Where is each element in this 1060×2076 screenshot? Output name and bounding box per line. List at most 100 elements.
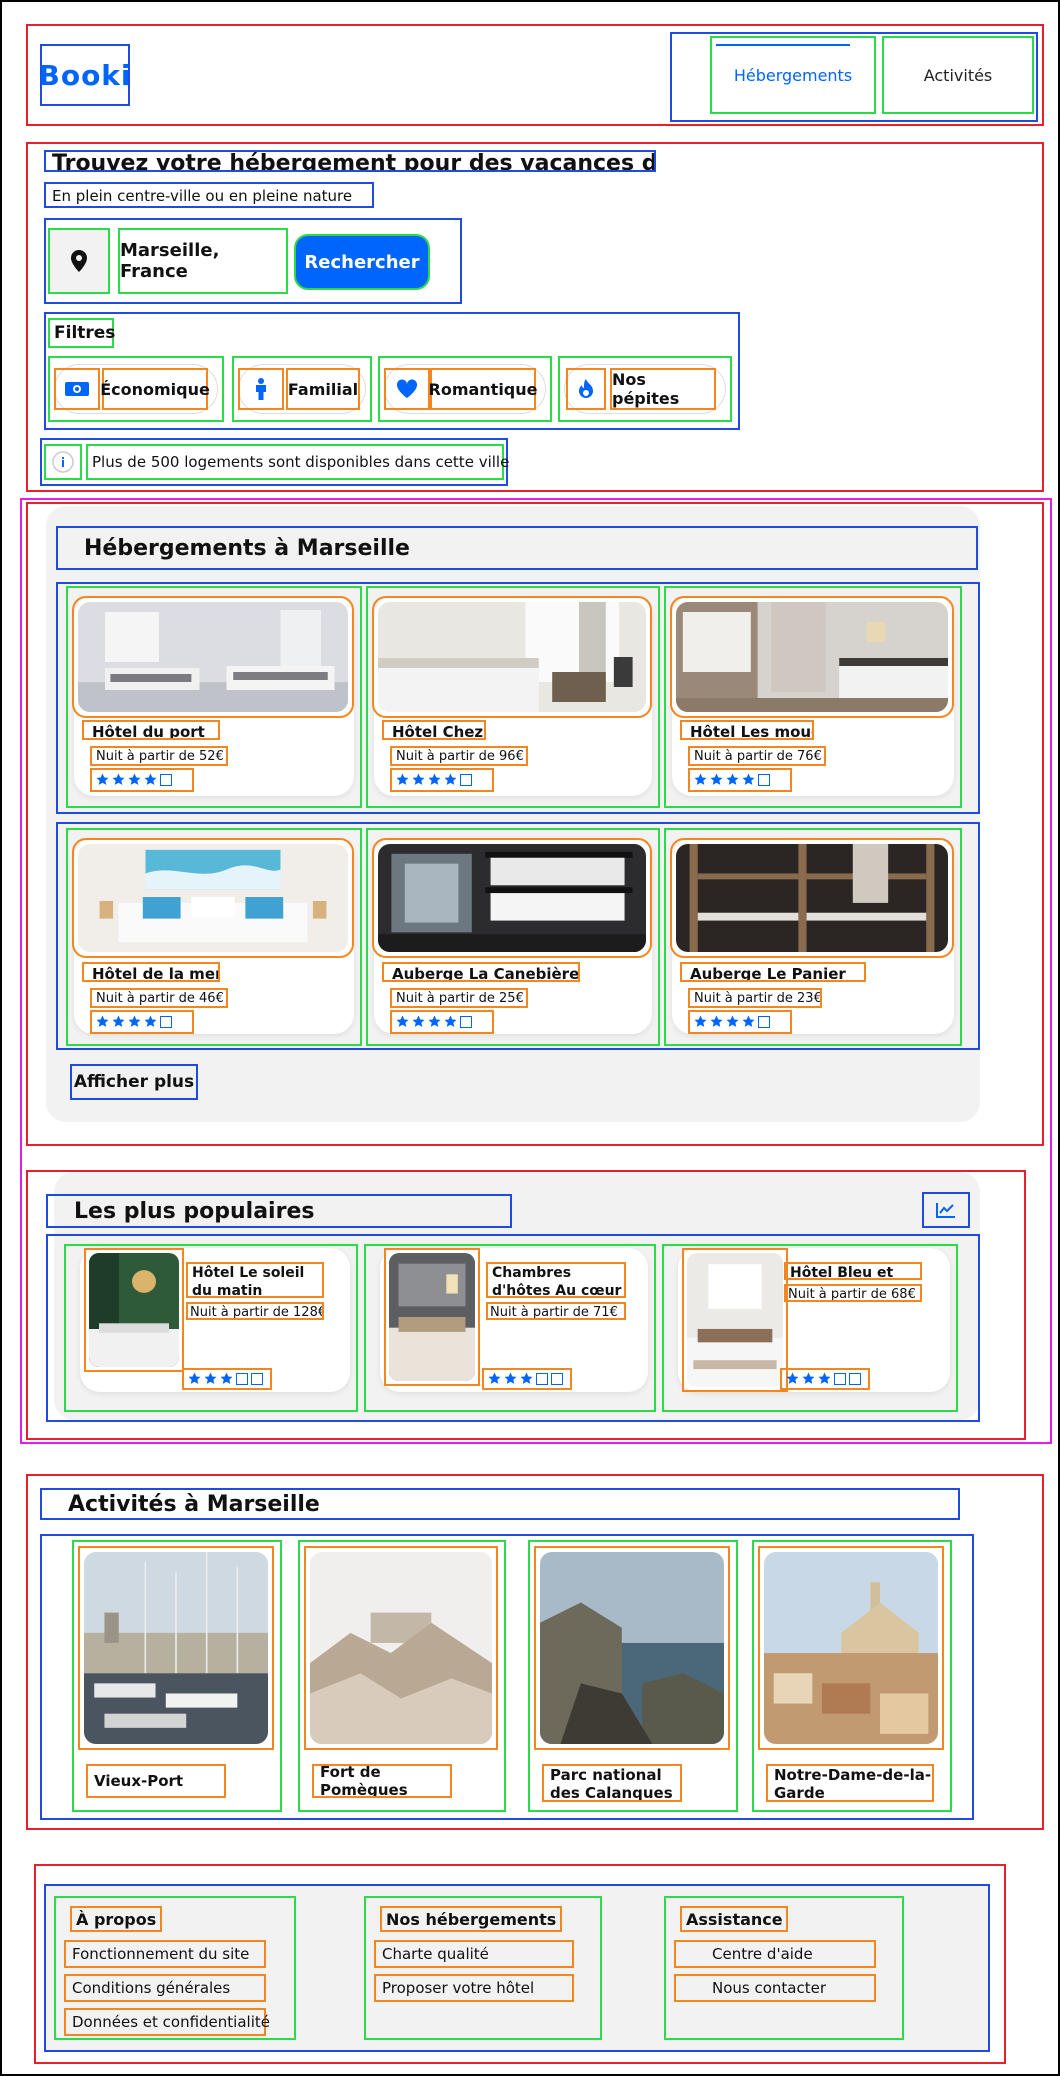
star-filled-icon	[144, 771, 157, 790]
lodging-photo	[72, 838, 354, 958]
filters-title: Filtres	[48, 318, 115, 348]
lodging-photo	[72, 596, 354, 718]
popular-name: Hôtel Bleu et Blanc	[784, 1262, 922, 1280]
nav-link-hebergements[interactable]: Hébergements	[710, 36, 876, 114]
lodging-photo	[670, 838, 954, 958]
star-filled-icon	[96, 1013, 109, 1032]
star-filled-icon	[444, 1013, 457, 1032]
star-filled-icon	[428, 1013, 441, 1032]
star-filled-icon	[710, 771, 723, 790]
lodging-photo	[372, 596, 652, 718]
rating-stars	[688, 1010, 792, 1034]
footer-heading: À propos	[70, 1906, 162, 1932]
activity-name: Fort de Pomègues	[312, 1764, 452, 1798]
search-input[interactable]: Marseille, France	[118, 228, 288, 294]
lodging-price: Nuit à partir de 46€	[90, 988, 228, 1008]
activity-name: Parc national des Calanques	[542, 1764, 682, 1802]
info-icon	[44, 444, 82, 480]
star-filled-icon	[128, 771, 141, 790]
footer-link[interactable]: Données et confidentialité	[64, 2008, 270, 2036]
star-empty-icon	[160, 1016, 172, 1028]
fire-icon	[566, 368, 606, 410]
star-filled-icon	[802, 1370, 815, 1389]
lodging-name: Hôtel de la mer	[82, 962, 220, 982]
star-filled-icon	[818, 1370, 831, 1389]
star-empty-icon	[460, 774, 472, 786]
rating-stars	[390, 1010, 494, 1034]
star-empty-icon	[236, 1373, 248, 1385]
lodging-price: Nuit à partir de 76€	[688, 746, 826, 766]
star-filled-icon	[412, 1013, 425, 1032]
star-filled-icon	[726, 1013, 739, 1032]
page-title: Trouvez votre hébergement pour des vacan…	[44, 150, 656, 172]
popular-name: Hôtel Le soleil du matin	[186, 1262, 324, 1298]
star-filled-icon	[128, 1013, 141, 1032]
star-empty-icon	[758, 1016, 770, 1028]
lodging-name: Hôtel Les mouettes	[680, 720, 814, 740]
activity-name: Vieux-Port	[86, 1764, 226, 1798]
star-filled-icon	[694, 1013, 707, 1032]
star-empty-icon	[758, 774, 770, 786]
footer-link[interactable]: Fonctionnement du site	[64, 1940, 266, 1968]
footer-heading: Assistance	[680, 1906, 788, 1932]
footer-link[interactable]: Proposer votre hôtel	[374, 1974, 574, 2002]
show-more-button[interactable]: Afficher plus	[70, 1064, 198, 1100]
activity-name: Notre-Dame-de-la-Garde	[766, 1764, 934, 1802]
heart-icon	[384, 368, 430, 410]
star-filled-icon	[504, 1370, 517, 1389]
star-filled-icon	[112, 771, 125, 790]
star-empty-icon	[834, 1373, 846, 1385]
trend-chart-icon[interactable]	[922, 1192, 970, 1228]
star-filled-icon	[742, 1013, 755, 1032]
person-icon	[238, 368, 284, 410]
star-filled-icon	[188, 1370, 201, 1389]
star-filled-icon	[444, 771, 457, 790]
activity-photo	[78, 1546, 274, 1750]
footer-link[interactable]: Nous contacter	[674, 1974, 876, 2002]
activity-photo	[304, 1546, 498, 1750]
footer-link[interactable]: Centre d'aide	[674, 1940, 876, 1968]
lodging-name: Auberge Le Panier	[680, 962, 866, 982]
star-empty-icon	[536, 1373, 548, 1385]
filter-label: Familial	[286, 368, 360, 410]
popular-photo	[384, 1248, 480, 1386]
lodgings-title: Hébergements à Marseille	[56, 526, 978, 570]
location-pin-icon	[48, 228, 110, 294]
star-filled-icon	[786, 1370, 799, 1389]
star-empty-icon	[160, 774, 172, 786]
star-filled-icon	[428, 771, 441, 790]
activity-photo	[758, 1546, 944, 1750]
lodging-name: Auberge La Canebière	[382, 962, 580, 982]
page-subtitle: En plein centre-ville ou en pleine natur…	[44, 182, 374, 208]
star-empty-icon	[460, 1016, 472, 1028]
star-filled-icon	[396, 1013, 409, 1032]
money-icon	[54, 368, 100, 410]
star-filled-icon	[412, 771, 425, 790]
nav-link-activites[interactable]: Activités	[882, 36, 1034, 114]
rating-stars	[688, 768, 792, 792]
search-button[interactable]: Rechercher	[294, 234, 430, 290]
popular-name: Chambres d'hôtes Au cœur de l'eau	[486, 1262, 626, 1298]
footer-link[interactable]: Conditions générales	[64, 1974, 266, 2002]
popular-price: Nuit à partir de 71€	[486, 1302, 626, 1320]
lodging-name: Hôtel du port	[82, 720, 220, 740]
booki-logo[interactable]: Booki	[38, 44, 131, 106]
filter-label: Nos pépites	[610, 368, 716, 410]
popular-price: Nuit à partir de 68€	[784, 1284, 922, 1302]
lodging-price: Nuit à partir de 52€	[90, 746, 228, 766]
popular-price: Nuit à partir de 128€	[186, 1302, 324, 1320]
lodging-price: Nuit à partir de 23€	[688, 988, 822, 1008]
lodging-photo	[670, 596, 954, 718]
star-filled-icon	[742, 771, 755, 790]
star-filled-icon	[112, 1013, 125, 1032]
star-filled-icon	[694, 771, 707, 790]
popular-photo	[84, 1248, 184, 1372]
popular-photo	[682, 1248, 788, 1392]
star-empty-icon	[551, 1373, 563, 1385]
info-text: Plus de 500 logements sont disponibles d…	[86, 444, 509, 480]
footer-link[interactable]: Charte qualité	[374, 1940, 574, 1968]
star-filled-icon	[726, 771, 739, 790]
rating-stars	[482, 1368, 572, 1390]
rating-stars	[90, 1010, 194, 1034]
activity-photo	[534, 1546, 730, 1750]
